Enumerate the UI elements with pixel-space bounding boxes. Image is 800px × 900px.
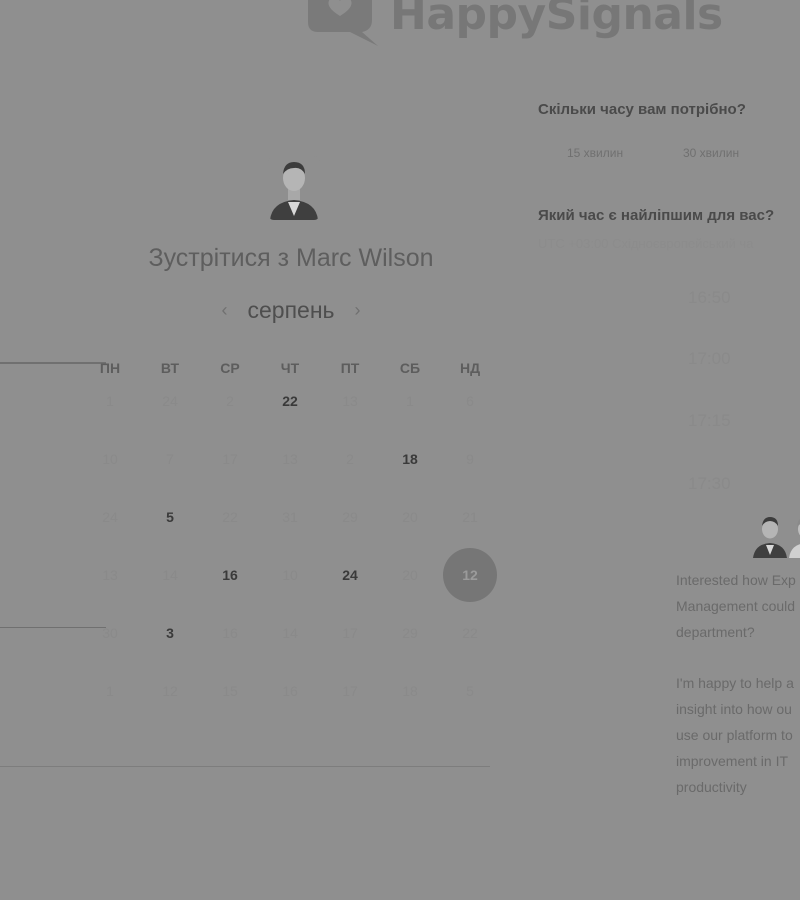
- time-slot[interactable]: 17:00: [688, 349, 731, 369]
- calendar-week-row: 24 5 22 31 29 20 21: [80, 488, 504, 546]
- calendar-day: 14: [282, 625, 298, 641]
- calendar-day: 22: [462, 625, 478, 641]
- calendar-week-row: 30 3 16 14 17 29 22: [80, 604, 504, 662]
- chevron-right-icon[interactable]: ›: [355, 300, 361, 321]
- calendar-day: 13: [282, 451, 298, 467]
- divider-line: [0, 766, 490, 767]
- calendar-day: 13: [342, 393, 358, 409]
- time-question: Який час є найліпшим для вас?: [538, 207, 775, 224]
- calendar-day: 1: [106, 683, 114, 699]
- calendar-day: 6: [466, 393, 474, 409]
- calendar-week-row: 1 12 15 16 17 18 5: [80, 662, 504, 720]
- description-line: insight into how ou: [676, 701, 792, 717]
- calendar-day: 20: [402, 567, 418, 583]
- calendar-day-available[interactable]: 18: [380, 430, 440, 488]
- calendar-day: 17: [342, 683, 358, 699]
- calendar-day: 10: [102, 451, 118, 467]
- calendar-day: 13: [102, 567, 118, 583]
- description-line: Interested how Exp: [676, 572, 796, 588]
- calendar-grid: ПН ВТ СР ЧТ ПТ СБ НД 1 24 2 22 13 1 6 10 7 17 13 2 1…: [80, 350, 504, 720]
- calendar-day: 1: [106, 393, 114, 409]
- calendar-day: 24: [162, 393, 178, 409]
- brand-name: HappySignals: [390, 0, 723, 40]
- brand-logo[interactable]: HappySignals: [300, 0, 723, 50]
- timezone-selector[interactable]: UTC +03:00 Східноєвропейський ча: [538, 236, 753, 251]
- description-line: Management could: [676, 598, 796, 614]
- description-line: productivity: [676, 779, 747, 795]
- calendar-day-available[interactable]: 22: [260, 372, 320, 430]
- calendar-day: 2: [226, 393, 234, 409]
- calendar-day: 14: [162, 567, 178, 583]
- description-line: department?: [676, 624, 755, 640]
- calendar-day: 2: [346, 451, 354, 467]
- calendar-day: 21: [462, 509, 478, 525]
- description-line: I'm happy to help a: [676, 675, 794, 691]
- duration-option-15[interactable]: 15 хвилин: [567, 146, 623, 160]
- chevron-left-icon[interactable]: ‹: [221, 300, 227, 321]
- calendar-day: 5: [466, 683, 474, 699]
- calendar-day: 18: [402, 683, 418, 699]
- calendar-day: 16: [282, 683, 298, 699]
- time-slot[interactable]: 17:15: [688, 411, 731, 431]
- calendar-day-available[interactable]: 3: [140, 604, 200, 662]
- speech-bubble-logo-icon: [308, 0, 378, 46]
- calendar-day-available[interactable]: 24: [320, 546, 380, 604]
- host-avatar: [268, 156, 320, 220]
- calendar-week-row: 13 14 16 10 24 20 12: [80, 546, 504, 604]
- calendar-day: 17: [222, 451, 238, 467]
- calendar-day: 9: [466, 451, 474, 467]
- calendar-day: 16: [222, 625, 238, 641]
- calendar-day-available[interactable]: 5: [140, 488, 200, 546]
- duration-question: Скільки часу вам потрібно?: [538, 101, 746, 118]
- calendar-week-row: 1 24 2 22 13 1 6: [80, 372, 504, 430]
- colleague-avatar-small: [789, 519, 800, 558]
- description-line: use our platform to: [676, 727, 793, 743]
- host-avatar-small: [753, 517, 787, 558]
- calendar-day-available[interactable]: 16: [200, 546, 260, 604]
- calendar-day: 29: [402, 625, 418, 641]
- page-title: Зустрітися з Marc Wilson: [148, 244, 434, 272]
- calendar-day: 22: [222, 509, 238, 525]
- description-line: improvement in IT: [676, 753, 789, 769]
- calendar-day: 24: [102, 509, 118, 525]
- calendar-day: 17: [342, 625, 358, 641]
- calendar-day: 15: [222, 683, 238, 699]
- month-label: серпень: [247, 296, 335, 323]
- calendar-day: 1: [406, 393, 414, 409]
- calendar-day: 31: [282, 509, 298, 525]
- calendar-week-row: 10 7 17 13 2 18 9: [80, 430, 504, 488]
- calendar-day: 30: [102, 625, 118, 641]
- duration-option-30[interactable]: 30 хвилин: [683, 146, 739, 160]
- calendar-body: 1 24 2 22 13 1 6 10 7 17 13 2 18 9 24 5 22 31 29 20 21 13 14 16…: [80, 372, 504, 720]
- time-slot[interactable]: 16:50: [688, 288, 731, 308]
- calendar-day: 10: [282, 567, 298, 583]
- month-navigator: ‹ серпень ›: [200, 294, 382, 326]
- calendar-day: 29: [342, 509, 358, 525]
- calendar-day: 7: [166, 451, 174, 467]
- person-avatar-icon: [268, 156, 320, 220]
- calendar-day: 12: [162, 683, 178, 699]
- calendar-day-number: 12: [462, 567, 478, 583]
- time-slot[interactable]: 17:30: [688, 474, 731, 494]
- calendar-day: 20: [402, 509, 418, 525]
- calendar-day-selected[interactable]: 12: [440, 546, 500, 604]
